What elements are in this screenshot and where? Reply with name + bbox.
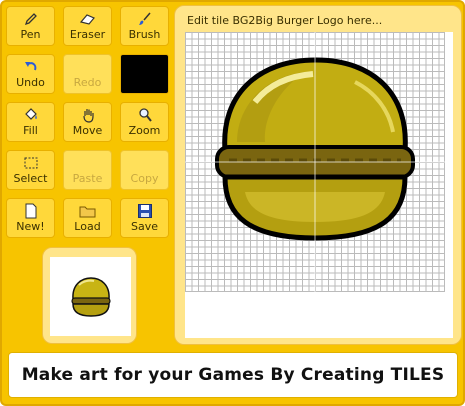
move-button[interactable]: Move	[63, 102, 112, 142]
select-button[interactable]: Select	[6, 150, 55, 190]
pen-label: Pen	[20, 28, 41, 41]
paste-label: Paste	[72, 172, 103, 185]
burger-tile-drawing	[185, 32, 445, 292]
redo-label: Redo	[73, 76, 102, 89]
new-label: New!	[16, 220, 45, 233]
new-page-icon	[22, 203, 40, 219]
marquee-icon	[22, 155, 40, 171]
fill-label: Fill	[23, 124, 38, 137]
save-label: Save	[130, 220, 158, 233]
floppy-disk-icon	[136, 203, 154, 219]
save-button[interactable]: Save	[120, 198, 169, 238]
editor-title: Edit tile BG2Big Burger Logo here...	[187, 14, 383, 27]
hand-icon	[79, 107, 97, 123]
eraser-button[interactable]: Eraser	[63, 6, 112, 46]
current-color-swatch[interactable]	[120, 54, 169, 94]
load-label: Load	[74, 220, 101, 233]
banner-text: Make art for your Games By Creating TILE…	[21, 365, 445, 385]
pen-button[interactable]: Pen	[6, 6, 55, 46]
new-button[interactable]: New!	[6, 198, 55, 238]
move-label: Move	[72, 124, 103, 137]
brush-button[interactable]: Brush	[120, 6, 169, 46]
tile-preview	[50, 257, 131, 336]
brush-label: Brush	[128, 28, 161, 41]
drawing-canvas[interactable]	[185, 32, 453, 338]
select-label: Select	[13, 172, 48, 185]
undo-arrow-icon	[22, 59, 40, 75]
eraser-icon	[79, 11, 97, 27]
pencil-icon	[22, 11, 40, 27]
brush-icon	[136, 11, 154, 27]
redo-button[interactable]: Redo	[63, 54, 112, 94]
load-button[interactable]: Load	[63, 198, 112, 238]
folder-icon	[79, 203, 97, 219]
promo-banner: Make art for your Games By Creating TILE…	[8, 352, 458, 398]
undo-button[interactable]: Undo	[6, 54, 55, 94]
burger-preview-image	[70, 276, 111, 317]
eraser-label: Eraser	[69, 28, 106, 41]
fill-button[interactable]: Fill	[6, 102, 55, 142]
copy-button[interactable]: Copy	[120, 150, 169, 190]
zoom-button[interactable]: Zoom	[120, 102, 169, 142]
tile-preview-panel	[42, 247, 137, 344]
undo-label: Undo	[16, 76, 45, 89]
paint-bucket-icon	[22, 107, 40, 123]
tile-editor-app: Pen Eraser Brush Undo Redo Fill Move Zoo…	[0, 0, 465, 406]
tile-editor-panel: Edit tile BG2Big Burger Logo here...	[174, 5, 462, 345]
zoom-label: Zoom	[128, 124, 161, 137]
paste-button[interactable]: Paste	[63, 150, 112, 190]
magnifier-icon	[136, 107, 154, 123]
copy-label: Copy	[130, 172, 159, 185]
